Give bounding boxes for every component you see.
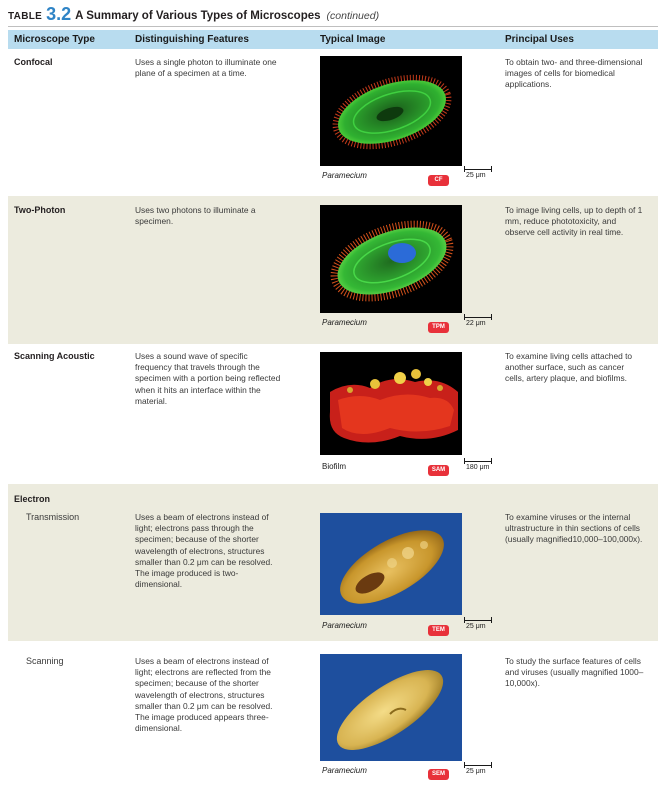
- row-uses: To obtain two- and three-dimensional ima…: [505, 57, 643, 90]
- image-caption: Paramecium: [322, 171, 367, 180]
- image-caption: Paramecium: [322, 318, 367, 327]
- image-caption: Paramecium: [322, 766, 367, 775]
- row-type: Transmission: [26, 512, 80, 522]
- scale-bar: 25 μm: [464, 762, 492, 778]
- table-label: TABLE: [8, 11, 43, 22]
- table-row: Two-Photon Uses two photons to illuminat…: [8, 196, 658, 344]
- row-uses: To examine viruses or the internal ultra…: [505, 512, 643, 545]
- row-features: Uses a single photon to illuminate one p…: [135, 57, 277, 79]
- row-type: Confocal: [14, 57, 53, 67]
- header-features: Distinguishing Features: [135, 34, 249, 45]
- image-caption: Biofilm: [322, 462, 347, 471]
- table-continued: (continued): [326, 10, 380, 22]
- row-features: Uses a beam of electrons instead of ligh…: [135, 512, 273, 590]
- method-badge: SAM: [428, 465, 449, 476]
- header-image: Typical Image: [320, 34, 386, 45]
- table-row: Scanning Acoustic Uses a sound wave of s…: [8, 344, 658, 484]
- method-badge: SEM: [428, 769, 449, 780]
- method-badge: TPM: [428, 322, 449, 333]
- scale-label: 25 μm: [466, 623, 486, 630]
- table-row: Electron Transmission Uses a beam of ele…: [8, 484, 658, 641]
- table-name: A Summary of Various Types of Microscope…: [75, 10, 321, 22]
- group-title: Electron: [14, 494, 51, 504]
- table-row: Scanning Uses a beam of electrons instea…: [8, 641, 658, 791]
- scale-bar: 25 μm: [464, 166, 492, 182]
- row-type: Scanning Acoustic: [14, 351, 95, 361]
- row-features: Uses a sound wave of specific frequency …: [135, 351, 281, 406]
- table-number: 3.2: [46, 4, 72, 24]
- row-features: Uses two photons to illuminate a specime…: [135, 205, 256, 227]
- scale-label: 180 μm: [466, 464, 490, 471]
- scale-label: 22 μm: [466, 320, 486, 327]
- scale-bar: 25 μm: [464, 617, 492, 633]
- row-uses: To study the surface features of cells a…: [505, 656, 644, 689]
- row-type: Two-Photon: [14, 205, 66, 215]
- row-features: Uses a beam of electrons instead of ligh…: [135, 656, 273, 734]
- row-type: Scanning: [26, 656, 64, 666]
- sem-image: [320, 654, 462, 761]
- header-uses: Principal Uses: [505, 34, 574, 45]
- method-badge: CF: [428, 175, 449, 186]
- method-badge: TEM: [428, 625, 449, 636]
- two-photon-image: [320, 205, 462, 313]
- table-header: Microscope Type Distinguishing Features …: [8, 30, 658, 49]
- image-caption: Paramecium: [322, 621, 367, 630]
- scale-label: 25 μm: [466, 172, 486, 179]
- scale-label: 25 μm: [466, 768, 486, 775]
- row-uses: To examine living cells attached to anot…: [505, 351, 633, 384]
- tem-image: [320, 513, 462, 615]
- table-title: TABLE 3.2 A Summary of Various Types of …: [8, 3, 658, 27]
- row-uses: To image living cells, up to depth of 1 …: [505, 205, 643, 238]
- header-type: Microscope Type: [14, 34, 95, 45]
- scale-bar: 22 μm: [464, 314, 492, 330]
- biofilm-image: [320, 352, 462, 455]
- confocal-image: [320, 56, 462, 166]
- scale-bar: 180 μm: [464, 458, 492, 474]
